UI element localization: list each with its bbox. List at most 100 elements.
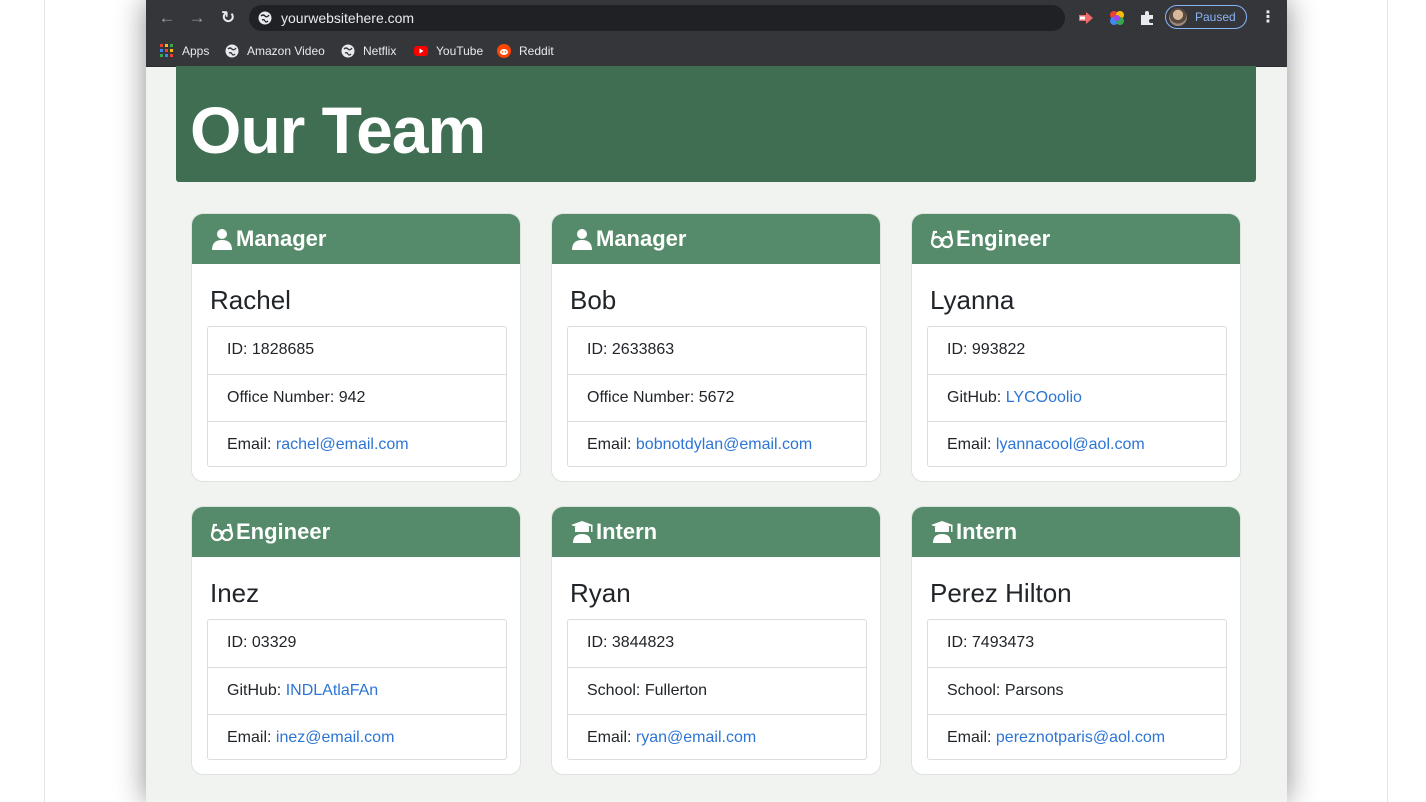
role-title: Manager <box>596 226 687 251</box>
red-arrow-extension-icon[interactable] <box>1077 9 1095 27</box>
role-title: Engineer <box>956 226 1051 251</box>
email-label: Email: <box>227 729 272 746</box>
forward-arrow-icon[interactable]: → <box>186 7 208 29</box>
member-name: Perez Hilton <box>930 578 1072 608</box>
email-link[interactable]: bobnotdylan@email.com <box>636 436 812 453</box>
team-member-card: Engineer Inez ID: 03329 GitHub: INDLAtla… <box>191 506 521 775</box>
back-arrow-icon[interactable]: ← <box>156 7 178 29</box>
browser-window: ← → ↻ yourwebsitehere.com Paused ⋮ Apps … <box>146 0 1287 802</box>
page-title: Our Team <box>190 93 486 167</box>
email-row: Email: inez@email.com <box>208 714 506 760</box>
team-member-card: Intern Ryan ID: 3844823 School: Fullerto… <box>551 506 881 775</box>
role-title: Intern <box>596 519 658 544</box>
office-number-value: 5672 <box>698 389 735 406</box>
bookmark-amazon-video[interactable]: Amazon Video <box>225 42 325 60</box>
github-label: GitHub: <box>947 389 1002 406</box>
github-row: GitHub: INDLAtlaFAn <box>208 667 506 713</box>
graduate-icon <box>571 521 593 543</box>
school-row: School: Parsons <box>928 667 1226 713</box>
id-label: ID: <box>227 341 248 358</box>
id-label: ID: <box>587 341 608 358</box>
team-member-card: Manager Bob ID: 2633863 Office Number: 5… <box>551 213 881 482</box>
bookmark-reddit[interactable]: Reddit <box>497 42 554 60</box>
school-value: Fullerton <box>644 682 708 699</box>
email-row: Email: pereznotparis@aol.com <box>928 714 1226 760</box>
profile-status: Paused <box>1195 10 1236 24</box>
school-label: School: <box>947 682 1001 699</box>
team-member-card: Manager Rachel ID: 1828685 Office Number… <box>191 213 521 482</box>
bookmark-label: YouTube <box>436 44 484 58</box>
id-value: 03329 <box>251 634 297 651</box>
role-title: Intern <box>956 519 1018 544</box>
id-value: 7493473 <box>971 634 1035 651</box>
email-link[interactable]: lyannacool@aol.com <box>996 436 1145 453</box>
bookmark-netflix[interactable]: Netflix <box>341 42 396 60</box>
office-number-value: 942 <box>338 389 366 406</box>
card-header: Intern <box>912 507 1240 557</box>
email-link[interactable]: rachel@email.com <box>276 436 409 453</box>
info-list: ID: 3844823 School: Fullerton Email: rya… <box>567 619 867 760</box>
bookmark-label: Amazon Video <box>247 44 325 58</box>
id-value: 993822 <box>971 341 1026 358</box>
id-row: ID: 7493473 <box>928 620 1226 666</box>
id-label: ID: <box>587 634 608 651</box>
address-bar[interactable]: yourwebsitehere.com <box>249 5 1065 31</box>
team-member-card: Intern Perez Hilton ID: 7493473 School: … <box>911 506 1241 775</box>
email-link[interactable]: pereznotparis@aol.com <box>996 729 1165 746</box>
id-row: ID: 2633863 <box>568 327 866 373</box>
id-row: ID: 03329 <box>208 620 506 666</box>
id-value: 1828685 <box>251 341 315 358</box>
school-row: School: Fullerton <box>568 667 866 713</box>
member-name: Bob <box>570 285 617 315</box>
id-label: ID: <box>227 634 248 651</box>
email-label: Email: <box>947 436 992 453</box>
email-link[interactable]: inez@email.com <box>276 729 395 746</box>
email-row: Email: rachel@email.com <box>208 421 506 467</box>
profile-button[interactable]: Paused <box>1165 5 1247 29</box>
info-list: ID: 1828685 Office Number: 942 Email: ra… <box>207 326 507 467</box>
color-picker-extension-icon[interactable] <box>1108 9 1126 27</box>
url-text: yourwebsitehere.com <box>281 10 415 26</box>
globe-icon <box>225 44 239 58</box>
card-header: Intern <box>552 507 880 557</box>
bookmarks-bar: Apps Amazon Video Netflix YouTube Reddit <box>146 36 1287 67</box>
id-row: ID: 993822 <box>928 327 1226 373</box>
office-number-label: Office Number: <box>227 389 335 406</box>
site-info-icon[interactable] <box>258 11 272 25</box>
office-number-label: Office Number: <box>587 389 695 406</box>
id-row: ID: 1828685 <box>208 327 506 373</box>
page-header: Our Team <box>176 66 1256 182</box>
id-row: ID: 3844823 <box>568 620 866 666</box>
avatar <box>1169 8 1187 26</box>
bookmark-youtube[interactable]: YouTube <box>414 42 483 60</box>
info-list: ID: 2633863 Office Number: 5672 Email: b… <box>567 326 867 467</box>
more-options-icon[interactable]: ⋮ <box>1260 8 1276 28</box>
email-label: Email: <box>947 729 992 746</box>
github-row: GitHub: LYCOoolio <box>928 374 1226 420</box>
role-title: Engineer <box>236 519 331 544</box>
puzzle-extensions-icon[interactable] <box>1138 9 1156 27</box>
graduate-icon <box>931 521 953 543</box>
email-row: Email: ryan@email.com <box>568 714 866 760</box>
bookmark-apps[interactable]: Apps <box>160 42 209 60</box>
github-link[interactable]: LYCOoolio <box>1006 389 1082 406</box>
github-link[interactable]: INDLAtlaFAn <box>286 682 378 699</box>
info-list: ID: 03329 GitHub: INDLAtlaFAn Email: ine… <box>207 619 507 760</box>
office-number-row: Office Number: 5672 <box>568 374 866 420</box>
glasses-icon <box>210 523 234 542</box>
email-row: Email: bobnotdylan@email.com <box>568 421 866 467</box>
bookmark-label: Apps <box>182 44 210 58</box>
card-header: Manager <box>552 214 880 264</box>
email-link[interactable]: ryan@email.com <box>636 729 756 746</box>
role-title: Manager <box>236 226 327 251</box>
info-list: ID: 7493473 School: Parsons Email: perez… <box>927 619 1227 760</box>
id-value: 3844823 <box>611 634 675 651</box>
card-header: Manager <box>192 214 520 264</box>
email-label: Email: <box>587 436 632 453</box>
office-number-row: Office Number: 942 <box>208 374 506 420</box>
reload-icon[interactable]: ↻ <box>217 7 239 29</box>
email-row: Email: lyannacool@aol.com <box>928 421 1226 467</box>
youtube-icon <box>414 46 428 56</box>
github-label: GitHub: <box>227 682 282 699</box>
info-list: ID: 993822 GitHub: LYCOoolio Email: lyan… <box>927 326 1227 467</box>
